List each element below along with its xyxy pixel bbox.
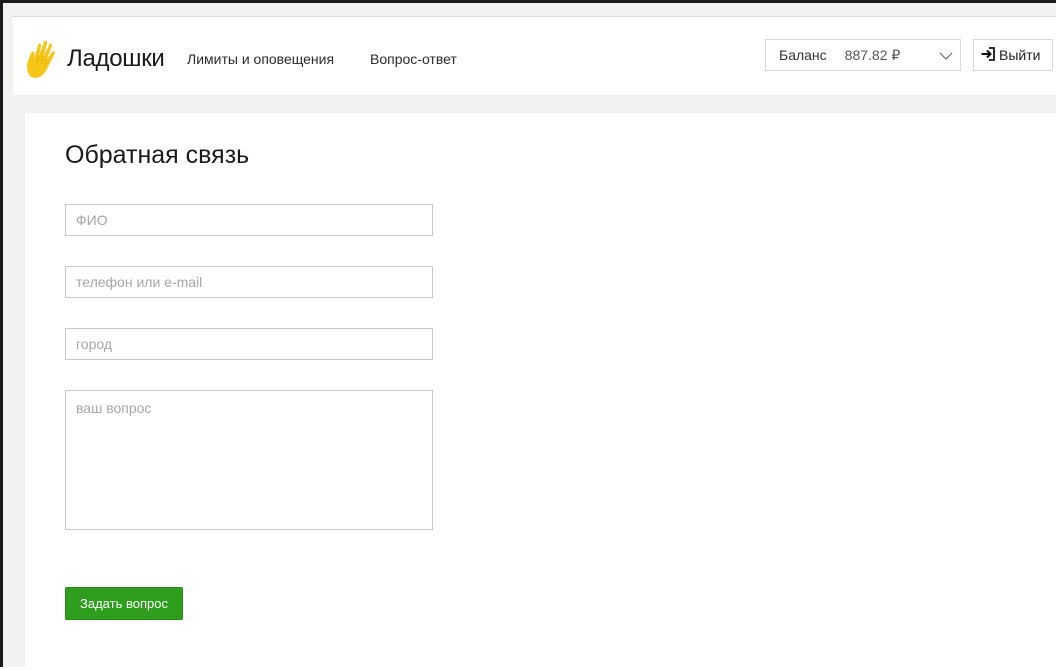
logout-label: Выйти bbox=[999, 47, 1041, 63]
logo-link[interactable]: Ладошки bbox=[25, 39, 165, 79]
nav-faq[interactable]: Вопрос-ответ bbox=[370, 51, 457, 67]
balance-amount: 887.82 ₽ bbox=[844, 46, 901, 63]
question-textarea[interactable] bbox=[65, 390, 433, 530]
balance-dropdown[interactable]: Баланс 887.82 ₽ bbox=[765, 39, 961, 71]
submit-question-button[interactable]: Задать вопрос bbox=[65, 587, 183, 620]
balance-label: Баланс bbox=[779, 47, 827, 63]
name-input[interactable] bbox=[65, 204, 433, 236]
city-input[interactable] bbox=[65, 328, 433, 360]
header-bar: Ладошки Лимиты и оповещения Вопрос-ответ… bbox=[13, 16, 1056, 95]
feedback-card: Обратная связь Задать вопрос bbox=[25, 113, 1056, 670]
page-title: Обратная связь bbox=[65, 141, 250, 169]
contact-input[interactable] bbox=[65, 266, 433, 298]
logout-icon bbox=[974, 46, 999, 65]
logo-text: Ладошки bbox=[67, 45, 165, 72]
hand-icon bbox=[25, 39, 59, 79]
app-window: Ладошки Лимиты и оповещения Вопрос-ответ… bbox=[0, 0, 1056, 670]
nav-limits-alerts[interactable]: Лимиты и оповещения bbox=[187, 51, 334, 67]
logout-button[interactable]: Выйти bbox=[973, 39, 1053, 71]
chevron-down-icon bbox=[938, 49, 954, 65]
